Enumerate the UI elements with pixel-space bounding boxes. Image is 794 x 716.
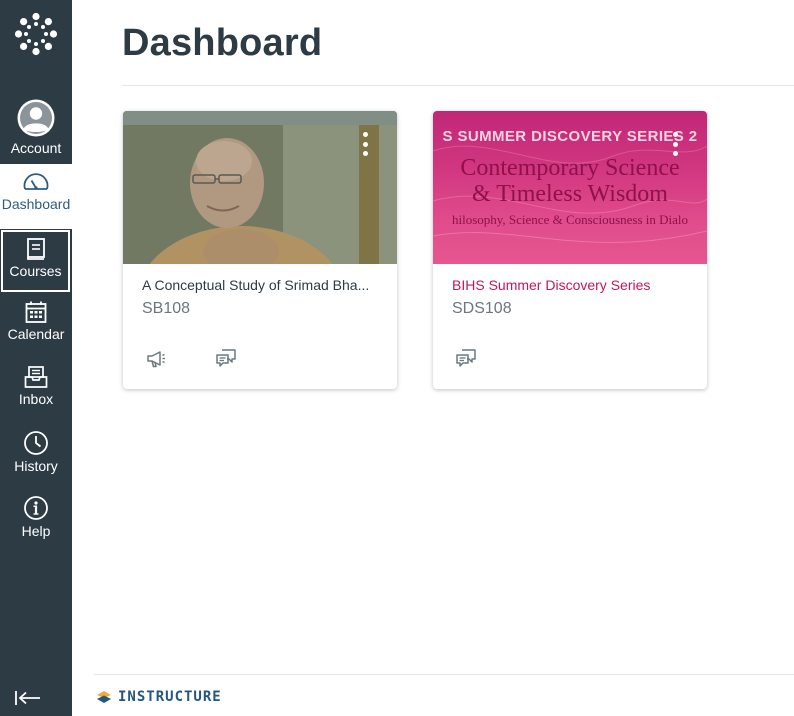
info-icon <box>24 496 48 520</box>
instructure-logo[interactable]: INSTRUCTURE <box>96 689 222 705</box>
sidebar-item-dashboard[interactable]: Dashboard <box>0 164 72 229</box>
course-card-actions <box>145 347 237 369</box>
course-title[interactable]: BIHS Summer Discovery Series <box>452 277 692 293</box>
banner-heading: Contemporary Science & Timeless Wisdom <box>433 155 707 207</box>
banner-heading-line: Contemporary Science <box>460 155 680 181</box>
sidebar-item-inbox[interactable]: Inbox <box>0 359 72 424</box>
sidebar-item-courses[interactable]: Courses <box>1 230 70 292</box>
canvas-logo-icon[interactable] <box>0 10 72 78</box>
courses-icon <box>26 238 45 260</box>
sidebar-item-account[interactable]: Account <box>0 92 72 157</box>
sidebar-item-help[interactable]: Help <box>0 489 72 554</box>
footer-divider <box>94 674 794 675</box>
course-card[interactable]: A Conceptual Study of Srimad Bha... SB10… <box>123 111 397 389</box>
course-card-image[interactable] <box>123 111 397 264</box>
discussions-icon[interactable] <box>215 347 237 369</box>
course-code: SDS108 <box>452 300 512 317</box>
sidebar-item-history[interactable]: History <box>0 424 72 489</box>
app: Account Dashboard Courses Calendar Inbox… <box>0 0 794 716</box>
global-navigation: Account Dashboard Courses Calendar Inbox… <box>0 0 72 716</box>
course-card-image[interactable]: S SUMMER DISCOVERY SERIES 2 Contemporary… <box>433 111 707 264</box>
course-code: SB108 <box>142 300 191 317</box>
course-options-kebab-icon[interactable] <box>358 129 372 159</box>
course-title[interactable]: A Conceptual Study of Srimad Bha... <box>142 277 382 293</box>
avatar <box>17 99 55 137</box>
clock-icon <box>24 431 48 455</box>
title-divider <box>122 85 794 86</box>
course-options-kebab-icon[interactable] <box>668 129 682 159</box>
dashboard-icon <box>23 173 49 190</box>
sidebar-item-label: Account <box>10 140 62 156</box>
main-content: Dashboard A Conceptual Study of Srimad B… <box>72 0 794 716</box>
sidebar-item-label: Help <box>21 523 51 539</box>
calendar-icon <box>25 301 47 323</box>
sidebar-item-label: Inbox <box>18 391 54 407</box>
discussions-icon[interactable] <box>455 347 477 369</box>
announcements-icon[interactable] <box>145 347 167 369</box>
banner-heading-line: & Timeless Wisdom <box>472 181 668 207</box>
banner-top-text: S SUMMER DISCOVERY SERIES 2 <box>442 128 698 145</box>
page-title: Dashboard <box>122 22 323 64</box>
banner-subtitle: hilosophy, Science & Consciousness in Di… <box>451 212 689 227</box>
inbox-icon <box>24 366 48 388</box>
sidebar-item-calendar[interactable]: Calendar <box>0 294 72 359</box>
instructure-wordmark: INSTRUCTURE <box>118 689 222 705</box>
collapse-arrow-icon <box>15 691 40 705</box>
course-photo <box>123 111 397 264</box>
sidebar-item-label: Dashboard <box>1 196 71 212</box>
sidebar-item-label: History <box>14 458 58 474</box>
course-card-actions <box>455 347 477 369</box>
collapse-nav-button[interactable] <box>12 684 44 712</box>
sidebar-item-label: Courses <box>9 263 62 279</box>
instructure-logo-icon <box>97 691 111 703</box>
sidebar-item-label: Calendar <box>7 326 65 342</box>
course-card[interactable]: S SUMMER DISCOVERY SERIES 2 Contemporary… <box>433 111 707 389</box>
